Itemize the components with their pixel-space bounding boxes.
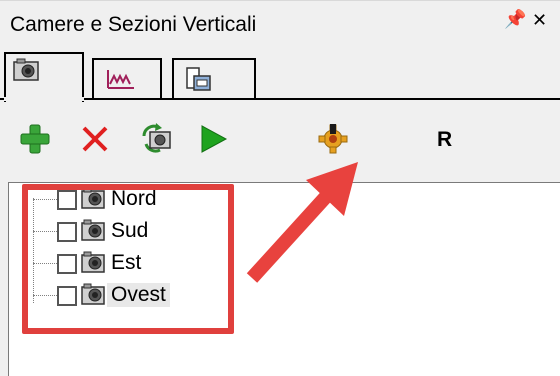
plus-icon bbox=[20, 124, 50, 154]
tab-profile[interactable] bbox=[92, 58, 162, 100]
pin-icon[interactable]: 📌 bbox=[504, 9, 526, 30]
refresh-camera-button[interactable] bbox=[138, 122, 172, 156]
delete-button[interactable] bbox=[78, 122, 112, 156]
tab-strip bbox=[0, 44, 560, 102]
highlight-box bbox=[22, 184, 234, 334]
add-button[interactable] bbox=[18, 122, 52, 156]
section-view-icon bbox=[186, 67, 211, 91]
tab-cameras[interactable] bbox=[4, 52, 84, 102]
camera-icon bbox=[13, 58, 39, 81]
r-button[interactable]: R bbox=[437, 128, 452, 152]
profile-chart-icon bbox=[107, 70, 134, 89]
play-button[interactable] bbox=[196, 122, 230, 156]
delete-x-icon bbox=[82, 126, 108, 152]
panel-title: Camere e Sezioni Verticali bbox=[10, 13, 257, 36]
close-icon[interactable]: ✕ bbox=[532, 10, 547, 31]
play-icon bbox=[201, 125, 228, 153]
annotation-arrow bbox=[246, 162, 358, 283]
tab-section[interactable] bbox=[172, 58, 256, 100]
camera-refresh-icon bbox=[142, 123, 171, 153]
panel-titlebar: Camere e Sezioni Verticali 📌 ✕ bbox=[0, 0, 560, 44]
tab-divider bbox=[0, 98, 560, 100]
active-tab-gap bbox=[4, 97, 84, 101]
